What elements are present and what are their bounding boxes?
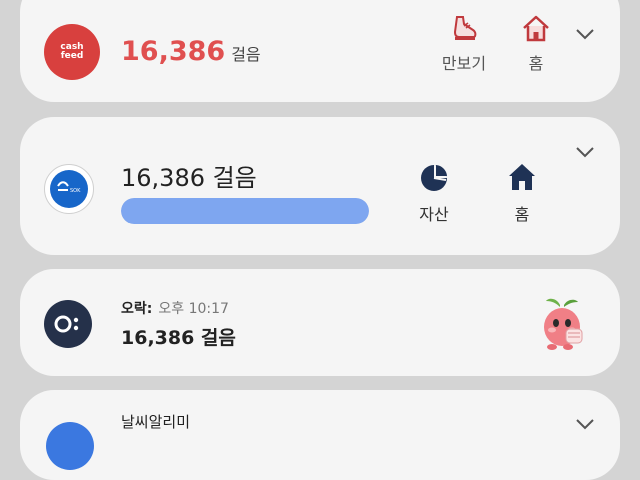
app-name: 오락: bbox=[121, 301, 153, 317]
svg-text:SOK: SOK bbox=[70, 188, 81, 194]
assets-label: 자산 bbox=[419, 205, 449, 224]
notification-time: 오후 10:17 bbox=[158, 301, 229, 317]
shoe-icon bbox=[453, 16, 477, 40]
assets-button[interactable]: 자산 bbox=[412, 161, 456, 225]
logo-text-line2: feed bbox=[60, 51, 84, 61]
chevron-down-icon[interactable] bbox=[575, 28, 595, 40]
step-progress-bar bbox=[121, 198, 369, 224]
orak-logo-mark bbox=[54, 315, 79, 333]
sok-bank-logo: SOK bbox=[44, 164, 94, 214]
home-button[interactable]: 홈 bbox=[514, 14, 558, 74]
step-count: 16,386 걸음 bbox=[121, 36, 261, 67]
app-name: 날씨알리미 bbox=[121, 413, 191, 431]
step-count-value: 16,386 bbox=[121, 36, 226, 67]
sok-logo-icon: SOK bbox=[57, 181, 81, 194]
orak-card[interactable]: 오락: 오후 10:17 16,386 걸음 bbox=[20, 269, 620, 376]
chevron-down-icon[interactable] bbox=[575, 418, 595, 430]
home-icon bbox=[509, 164, 535, 190]
home-label: 홈 bbox=[528, 54, 544, 73]
weather-logo bbox=[46, 422, 94, 470]
sok-bank-card[interactable]: SOK 16,386 걸음 자산 홈 bbox=[20, 117, 620, 255]
pedometer-label: 만보기 bbox=[441, 54, 487, 73]
home-button[interactable]: 홈 bbox=[500, 161, 544, 225]
step-count-unit: 걸음 bbox=[231, 45, 261, 64]
cashfeed-card[interactable]: cash feed 16,386 걸음 만보기 홈 bbox=[20, 0, 620, 102]
step-progress-fill bbox=[121, 198, 369, 224]
step-count: 16,386 걸음 bbox=[121, 327, 236, 349]
orak-logo bbox=[44, 300, 92, 348]
sok-bank-logo-mark: SOK bbox=[50, 170, 88, 208]
peach-mascot-icon bbox=[544, 298, 583, 350]
chevron-down-icon[interactable] bbox=[575, 146, 595, 158]
home-icon bbox=[523, 15, 549, 42]
weather-card[interactable]: 날씨알리미 bbox=[20, 390, 620, 480]
notification-header: 오락: 오후 10:17 bbox=[121, 298, 229, 318]
pedometer-button[interactable]: 만보기 bbox=[428, 14, 500, 74]
step-count: 16,386 걸음 bbox=[121, 164, 257, 192]
home-label: 홈 bbox=[514, 205, 530, 224]
pie-chart-icon bbox=[421, 165, 447, 191]
cashfeed-logo: cash feed bbox=[44, 24, 100, 80]
